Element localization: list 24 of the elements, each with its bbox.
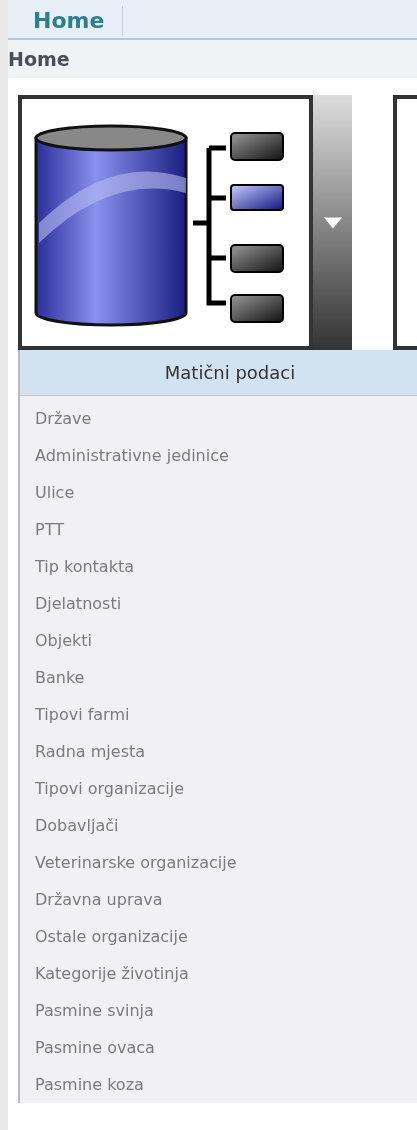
menu-item[interactable]: Objekti	[20, 622, 417, 659]
menu-item[interactable]: Radna mjesta	[20, 733, 417, 770]
menu-item[interactable]: Pasmine ovaca	[20, 1029, 417, 1066]
menu-item[interactable]: Pasmine svinja	[20, 992, 417, 1029]
menu-item[interactable]: Pasmine koza	[20, 1066, 417, 1103]
menu-item[interactable]: PTT	[20, 511, 417, 548]
menu-item[interactable]: Banke	[20, 659, 417, 696]
menu-item[interactable]: Veterinarske organizacije	[20, 844, 417, 881]
menu-item[interactable]: Djelatnosti	[20, 585, 417, 622]
menu-item[interactable]: Ostale organizacije	[20, 918, 417, 955]
menu-item[interactable]: Administrativne jedinice	[20, 437, 417, 474]
menu-title: Matični podaci	[20, 350, 417, 396]
tile-card[interactable]	[18, 95, 313, 350]
menu-item[interactable]: Tipovi farmi	[20, 696, 417, 733]
menu-item[interactable]: Kategorije životinja	[20, 955, 417, 992]
breadcrumb: Home	[8, 48, 70, 70]
menu-item[interactable]: Tipovi organizacije	[20, 770, 417, 807]
dropdown-button[interactable]	[313, 95, 352, 350]
menu-item[interactable]: Države	[20, 400, 417, 437]
menu-item[interactable]: Dobavljači	[20, 807, 417, 844]
caret-icon	[321, 215, 344, 230]
menu-item[interactable]: Ulice	[20, 474, 417, 511]
menu-item[interactable]: Tip kontakta	[20, 548, 417, 585]
menu-item[interactable]: Državna uprava	[20, 881, 417, 918]
